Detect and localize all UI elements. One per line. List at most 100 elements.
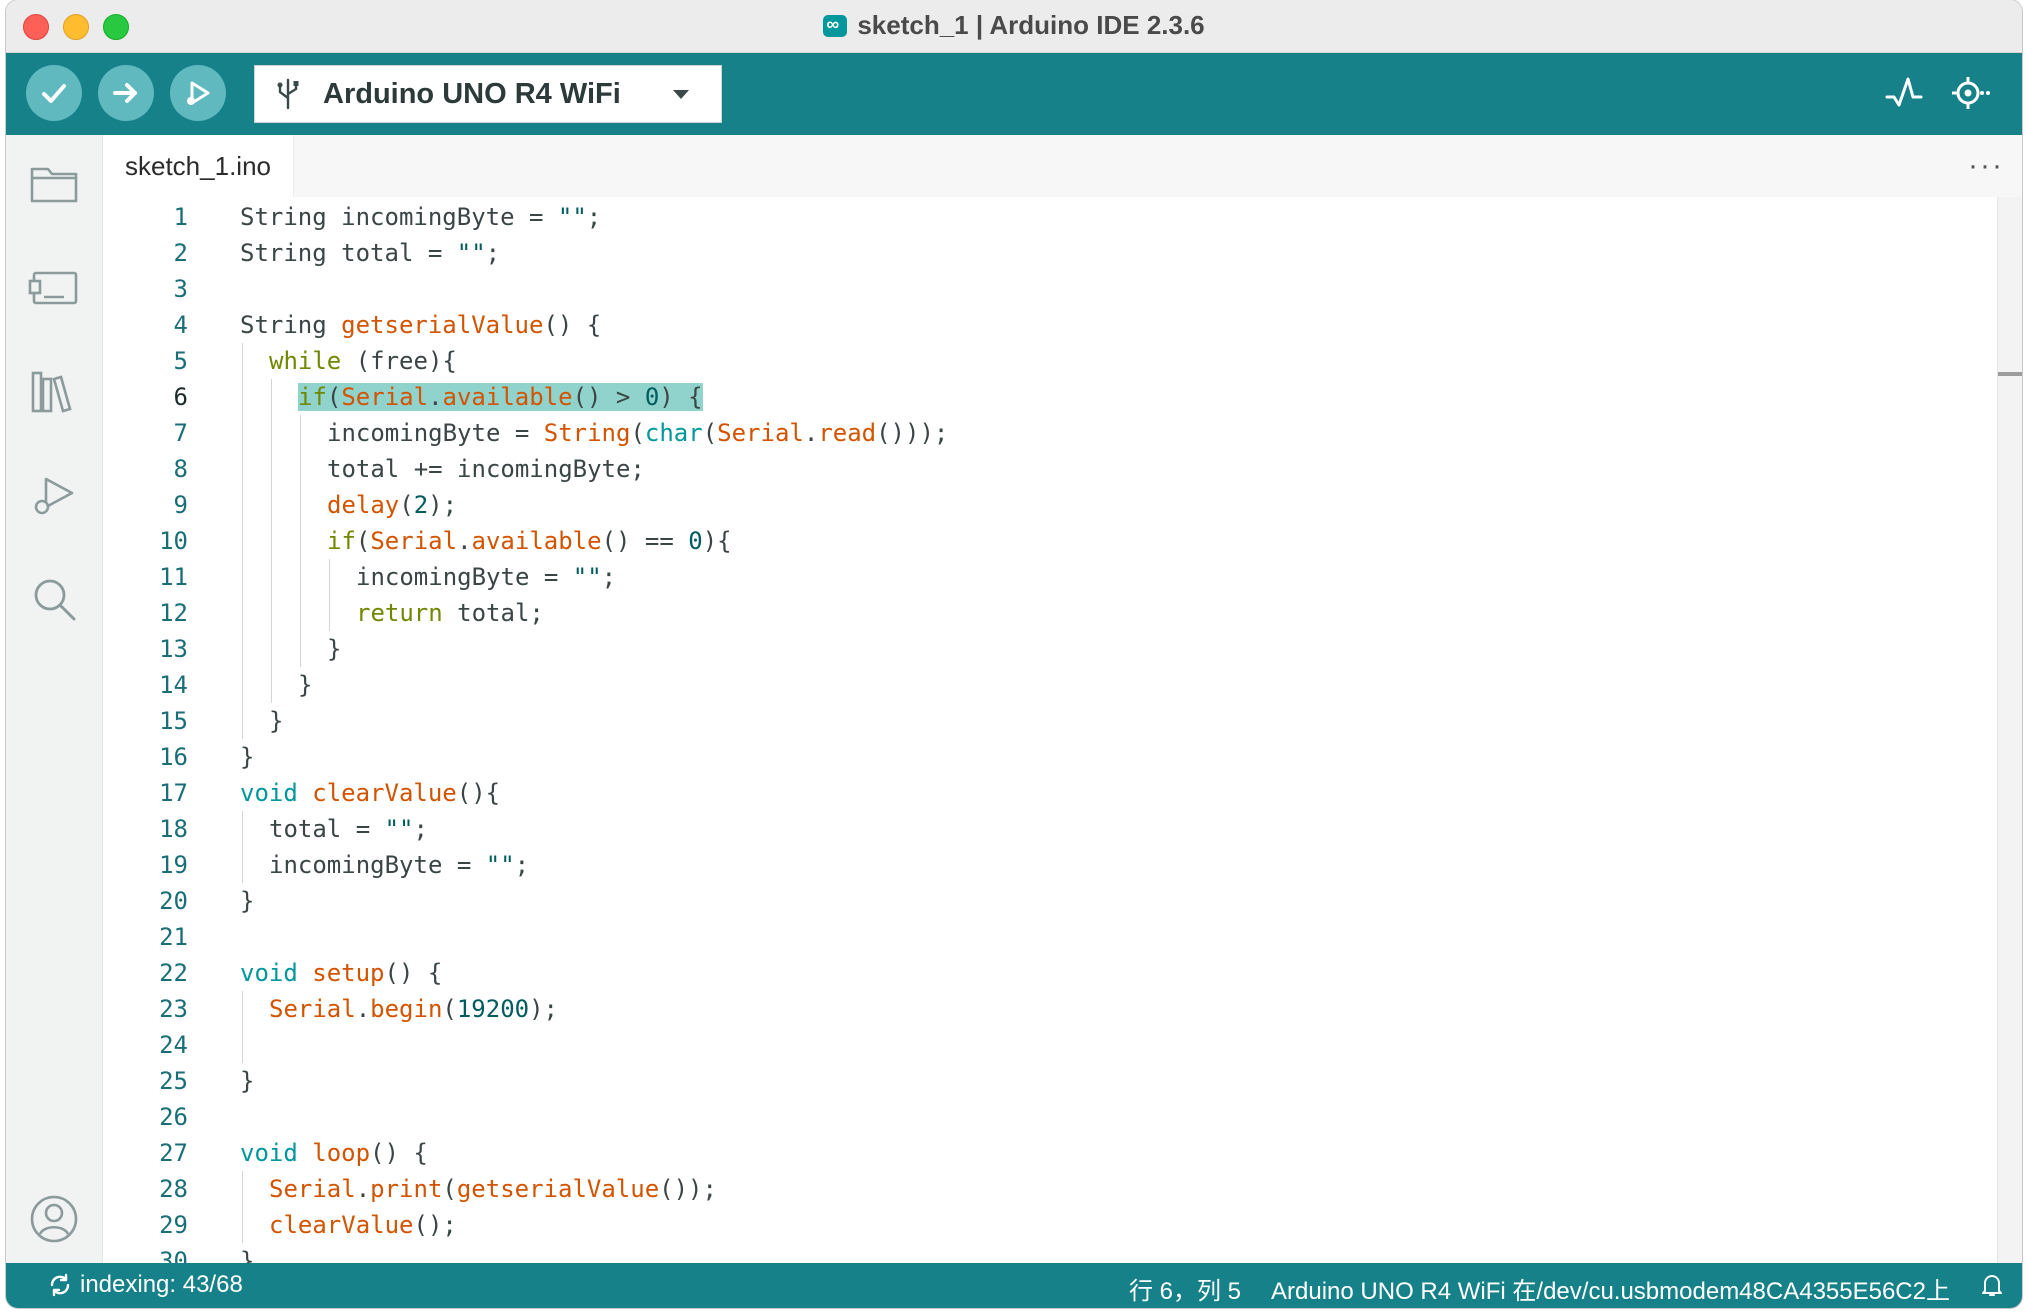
line-number: 17 bbox=[159, 779, 188, 807]
indent-guide bbox=[271, 379, 272, 415]
line-number: 14 bbox=[159, 671, 188, 699]
code-token: ())); bbox=[876, 419, 949, 447]
code-line[interactable]: 3 bbox=[103, 271, 1998, 307]
code-token: (free){ bbox=[341, 347, 457, 375]
code-text: } bbox=[298, 667, 312, 703]
library-manager-icon bbox=[31, 371, 72, 413]
indent-guide bbox=[271, 595, 272, 631]
line-number: 12 bbox=[159, 599, 188, 627]
code-line[interactable]: 13} bbox=[103, 631, 1998, 667]
code-line[interactable]: 12 return total; bbox=[103, 595, 1998, 631]
code-line[interactable]: 4 String getserialValue() { bbox=[103, 307, 1998, 343]
verify-button[interactable] bbox=[26, 65, 82, 121]
code-line[interactable]: 20} bbox=[103, 883, 1998, 919]
code-token: ( bbox=[702, 419, 718, 447]
tab-sketch-1-ino[interactable]: sketch_1.ino bbox=[103, 135, 294, 197]
code-line[interactable]: 7 incomingByte = String(char(Serial.read(… bbox=[103, 415, 1998, 451]
code-text: Serial.begin(19200); bbox=[269, 991, 558, 1027]
debug-button[interactable] bbox=[170, 65, 226, 121]
code-token: 19200 bbox=[456, 995, 530, 1023]
code-text: String getserialValue() { bbox=[240, 307, 601, 343]
indent-guide bbox=[242, 379, 243, 415]
indent-guide bbox=[242, 1207, 243, 1243]
code-token: Serial bbox=[370, 527, 458, 555]
code-token: ( bbox=[630, 419, 645, 447]
code-token: total; bbox=[442, 599, 544, 627]
code-text: } bbox=[240, 883, 254, 919]
board-port-status[interactable]: Arduino UNO R4 WiFi 在/dev/cu.usbmodem48C… bbox=[1271, 1271, 1950, 1306]
code-line[interactable]: 28 Serial.print(getserialValue()); bbox=[103, 1171, 1998, 1207]
code-token: "" bbox=[572, 563, 602, 591]
code-line[interactable]: 29 clearValue(); bbox=[103, 1207, 1998, 1243]
arduino-app-icon bbox=[823, 14, 848, 37]
code-line[interactable]: 14} bbox=[103, 667, 1998, 703]
code-token: ; bbox=[586, 203, 602, 231]
code-token: () { bbox=[384, 959, 443, 987]
code-token: ; bbox=[514, 851, 530, 879]
code-line[interactable]: 8 total += incomingByte; bbox=[103, 451, 1998, 487]
code-token: ()); bbox=[659, 1175, 717, 1203]
code-line[interactable]: 27 void loop() { bbox=[103, 1135, 1998, 1171]
code-line[interactable]: 26 bbox=[103, 1099, 1998, 1135]
sidebar-item-sketchbook[interactable] bbox=[26, 155, 82, 211]
code-text: Serial.print(getserialValue()); bbox=[269, 1171, 717, 1207]
debug-icon bbox=[34, 477, 74, 515]
code-line[interactable]: 6 if(Serial.available() > 0) { bbox=[103, 379, 1998, 415]
code-line[interactable]: 9 delay(2); bbox=[103, 487, 1998, 523]
code-line[interactable]: 15} bbox=[103, 703, 1998, 739]
code-token: "" bbox=[384, 815, 414, 843]
code-token: void bbox=[240, 1139, 298, 1167]
sidebar-item-debug[interactable] bbox=[26, 467, 82, 523]
code-editor[interactable]: 1 String incomingByte = ""; 2 String total … bbox=[103, 197, 1998, 1263]
code-token: ( bbox=[399, 491, 414, 519]
code-token: . bbox=[355, 1175, 371, 1203]
code-line[interactable]: 17 void clearValue(){ bbox=[103, 775, 1998, 811]
code-token: () { bbox=[543, 311, 602, 339]
chevron-down-icon bbox=[673, 89, 689, 99]
indent-guide bbox=[242, 847, 243, 883]
code-line[interactable]: 2 String total = ""; bbox=[103, 235, 1998, 271]
code-token: } bbox=[240, 887, 255, 915]
code-line[interactable]: 21 bbox=[103, 919, 1998, 955]
code-line[interactable]: 10 if(Serial.available() == 0){ bbox=[103, 523, 1998, 559]
code-token: String total = bbox=[240, 239, 457, 267]
sidebar-item-profile[interactable] bbox=[26, 1191, 82, 1247]
cursor-position[interactable]: 行 6，列 5 bbox=[1129, 1271, 1241, 1306]
code-line[interactable]: 5 while (free){ bbox=[103, 343, 1998, 379]
sidebar-item-library-manager[interactable] bbox=[26, 363, 82, 419]
serial-plotter-icon bbox=[1885, 77, 1923, 107]
code-line[interactable]: 23 Serial.begin(19200); bbox=[103, 991, 1998, 1027]
window-title-wrap: sketch_1 | Arduino IDE 2.3.6 bbox=[6, 10, 2022, 41]
code-line[interactable]: 11 incomingByte = ""; bbox=[103, 559, 1998, 595]
code-line[interactable]: 1 String incomingByte = ""; bbox=[103, 199, 1998, 235]
sidebar-item-search[interactable] bbox=[26, 571, 82, 627]
code-token: incomingByte = bbox=[327, 419, 544, 447]
code-line[interactable]: 25} bbox=[103, 1063, 1998, 1099]
code-line[interactable]: 19 incomingByte = ""; bbox=[103, 847, 1998, 883]
code-line[interactable]: 24 bbox=[103, 1027, 1998, 1063]
line-number: 1 bbox=[173, 203, 188, 231]
code-token: void bbox=[240, 959, 298, 987]
code-token: available bbox=[442, 383, 573, 411]
sidebar-item-boards-manager[interactable] bbox=[26, 259, 82, 315]
serial-monitor-button[interactable] bbox=[1948, 71, 1992, 115]
indent-guide bbox=[300, 415, 301, 451]
boards-manager-icon bbox=[28, 271, 78, 305]
code-line[interactable]: 18 total = ""; bbox=[103, 811, 1998, 847]
line-number: 29 bbox=[159, 1211, 188, 1239]
indent-guide bbox=[300, 631, 301, 667]
serial-plotter-button[interactable] bbox=[1882, 71, 1926, 115]
code-line[interactable]: 22 void setup() { bbox=[103, 955, 1998, 991]
more-options-icon[interactable]: ··· bbox=[1968, 149, 2004, 183]
board-selector[interactable]: Arduino UNO R4 WiFi bbox=[254, 65, 722, 123]
code-line[interactable]: 30} bbox=[103, 1243, 1998, 1263]
code-token: ) { bbox=[659, 383, 703, 411]
code-text: } bbox=[269, 703, 283, 739]
editor-scrollbar[interactable] bbox=[1997, 197, 2022, 1263]
code-line[interactable]: 16} bbox=[103, 739, 1998, 775]
notifications-button[interactable] bbox=[1980, 1272, 2004, 1305]
code-token: } bbox=[298, 671, 313, 699]
upload-button[interactable] bbox=[98, 65, 154, 121]
indent-guide bbox=[242, 595, 243, 631]
